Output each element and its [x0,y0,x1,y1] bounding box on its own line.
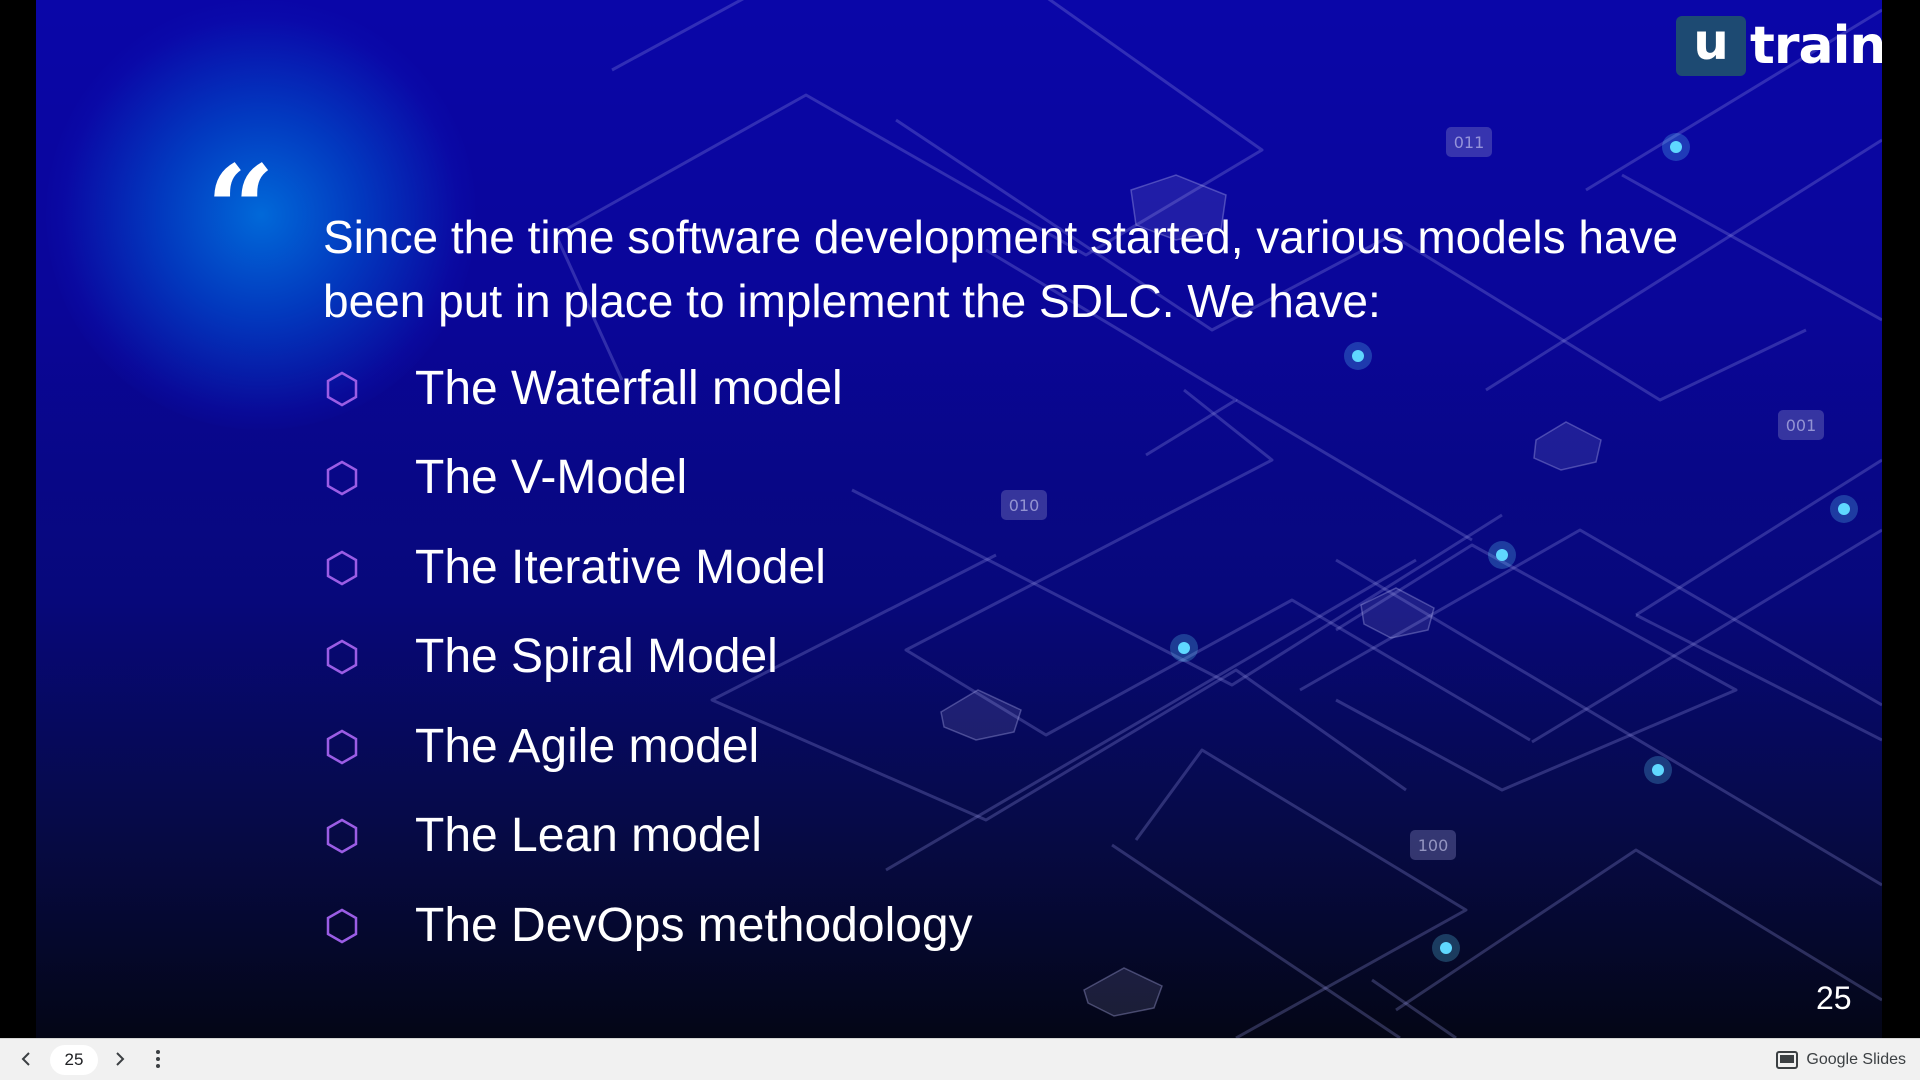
logo-badge: u [1676,16,1746,76]
model-label: The Lean model [415,809,762,863]
previous-slide-button[interactable] [14,1047,38,1071]
more-options-button[interactable] [146,1047,170,1071]
hexagon-icon [326,639,358,675]
logo-word: train [1750,16,1882,76]
list-item: The Waterfall model [323,344,973,434]
model-label: The Spiral Model [415,630,778,684]
slide-intro-text: Since the time software development star… [323,211,1679,327]
slides-icon [1776,1051,1799,1069]
next-slide-button[interactable] [108,1047,132,1071]
slide: 011 010 001 100 u train “ Since the time… [36,0,1882,1038]
list-item: The Spiral Model [323,613,973,703]
model-label: The Agile model [415,719,760,773]
binary-tag: 001 [1786,416,1817,435]
page-number-input[interactable] [50,1045,98,1075]
hexagon-icon [326,550,358,586]
hexagon-icon [326,371,358,407]
list-item: The DevOps methodology [323,881,973,971]
hexagon-icon [326,818,358,854]
utrain-logo: u train [1676,16,1882,76]
list-item: The Lean model [323,792,973,882]
binary-tag: 010 [1009,496,1040,515]
binary-tag: 100 [1418,836,1449,855]
model-label: The Waterfall model [415,361,843,415]
hexagon-icon [326,908,358,944]
list-item: The Iterative Model [323,523,973,613]
binary-tag: 011 [1454,133,1485,152]
slides-viewer: 011 010 001 100 u train “ Since the time… [0,0,1920,1080]
google-slides-link[interactable]: Google Slides [1776,1048,1906,1072]
quote-icon: “ [206,139,276,280]
model-label: The Iterative Model [415,540,826,594]
brand-label: Google Slides [1806,1051,1906,1068]
hexagon-icon [326,460,358,496]
hexagon-icon [326,729,358,765]
list-item: The Agile model [323,702,973,792]
chevron-right-icon [116,1052,125,1066]
viewer-toolbar: Google Slides [0,1038,1920,1080]
model-label: The DevOps methodology [415,898,973,952]
chevron-left-icon [21,1052,30,1066]
slide-number: 25 [1816,980,1852,1016]
model-label: The V-Model [415,451,688,505]
list-item: The V-Model [323,434,973,524]
sdlc-model-list: The Waterfall model The V-Model The Iter… [323,344,973,971]
more-vertical-icon [156,1050,160,1068]
